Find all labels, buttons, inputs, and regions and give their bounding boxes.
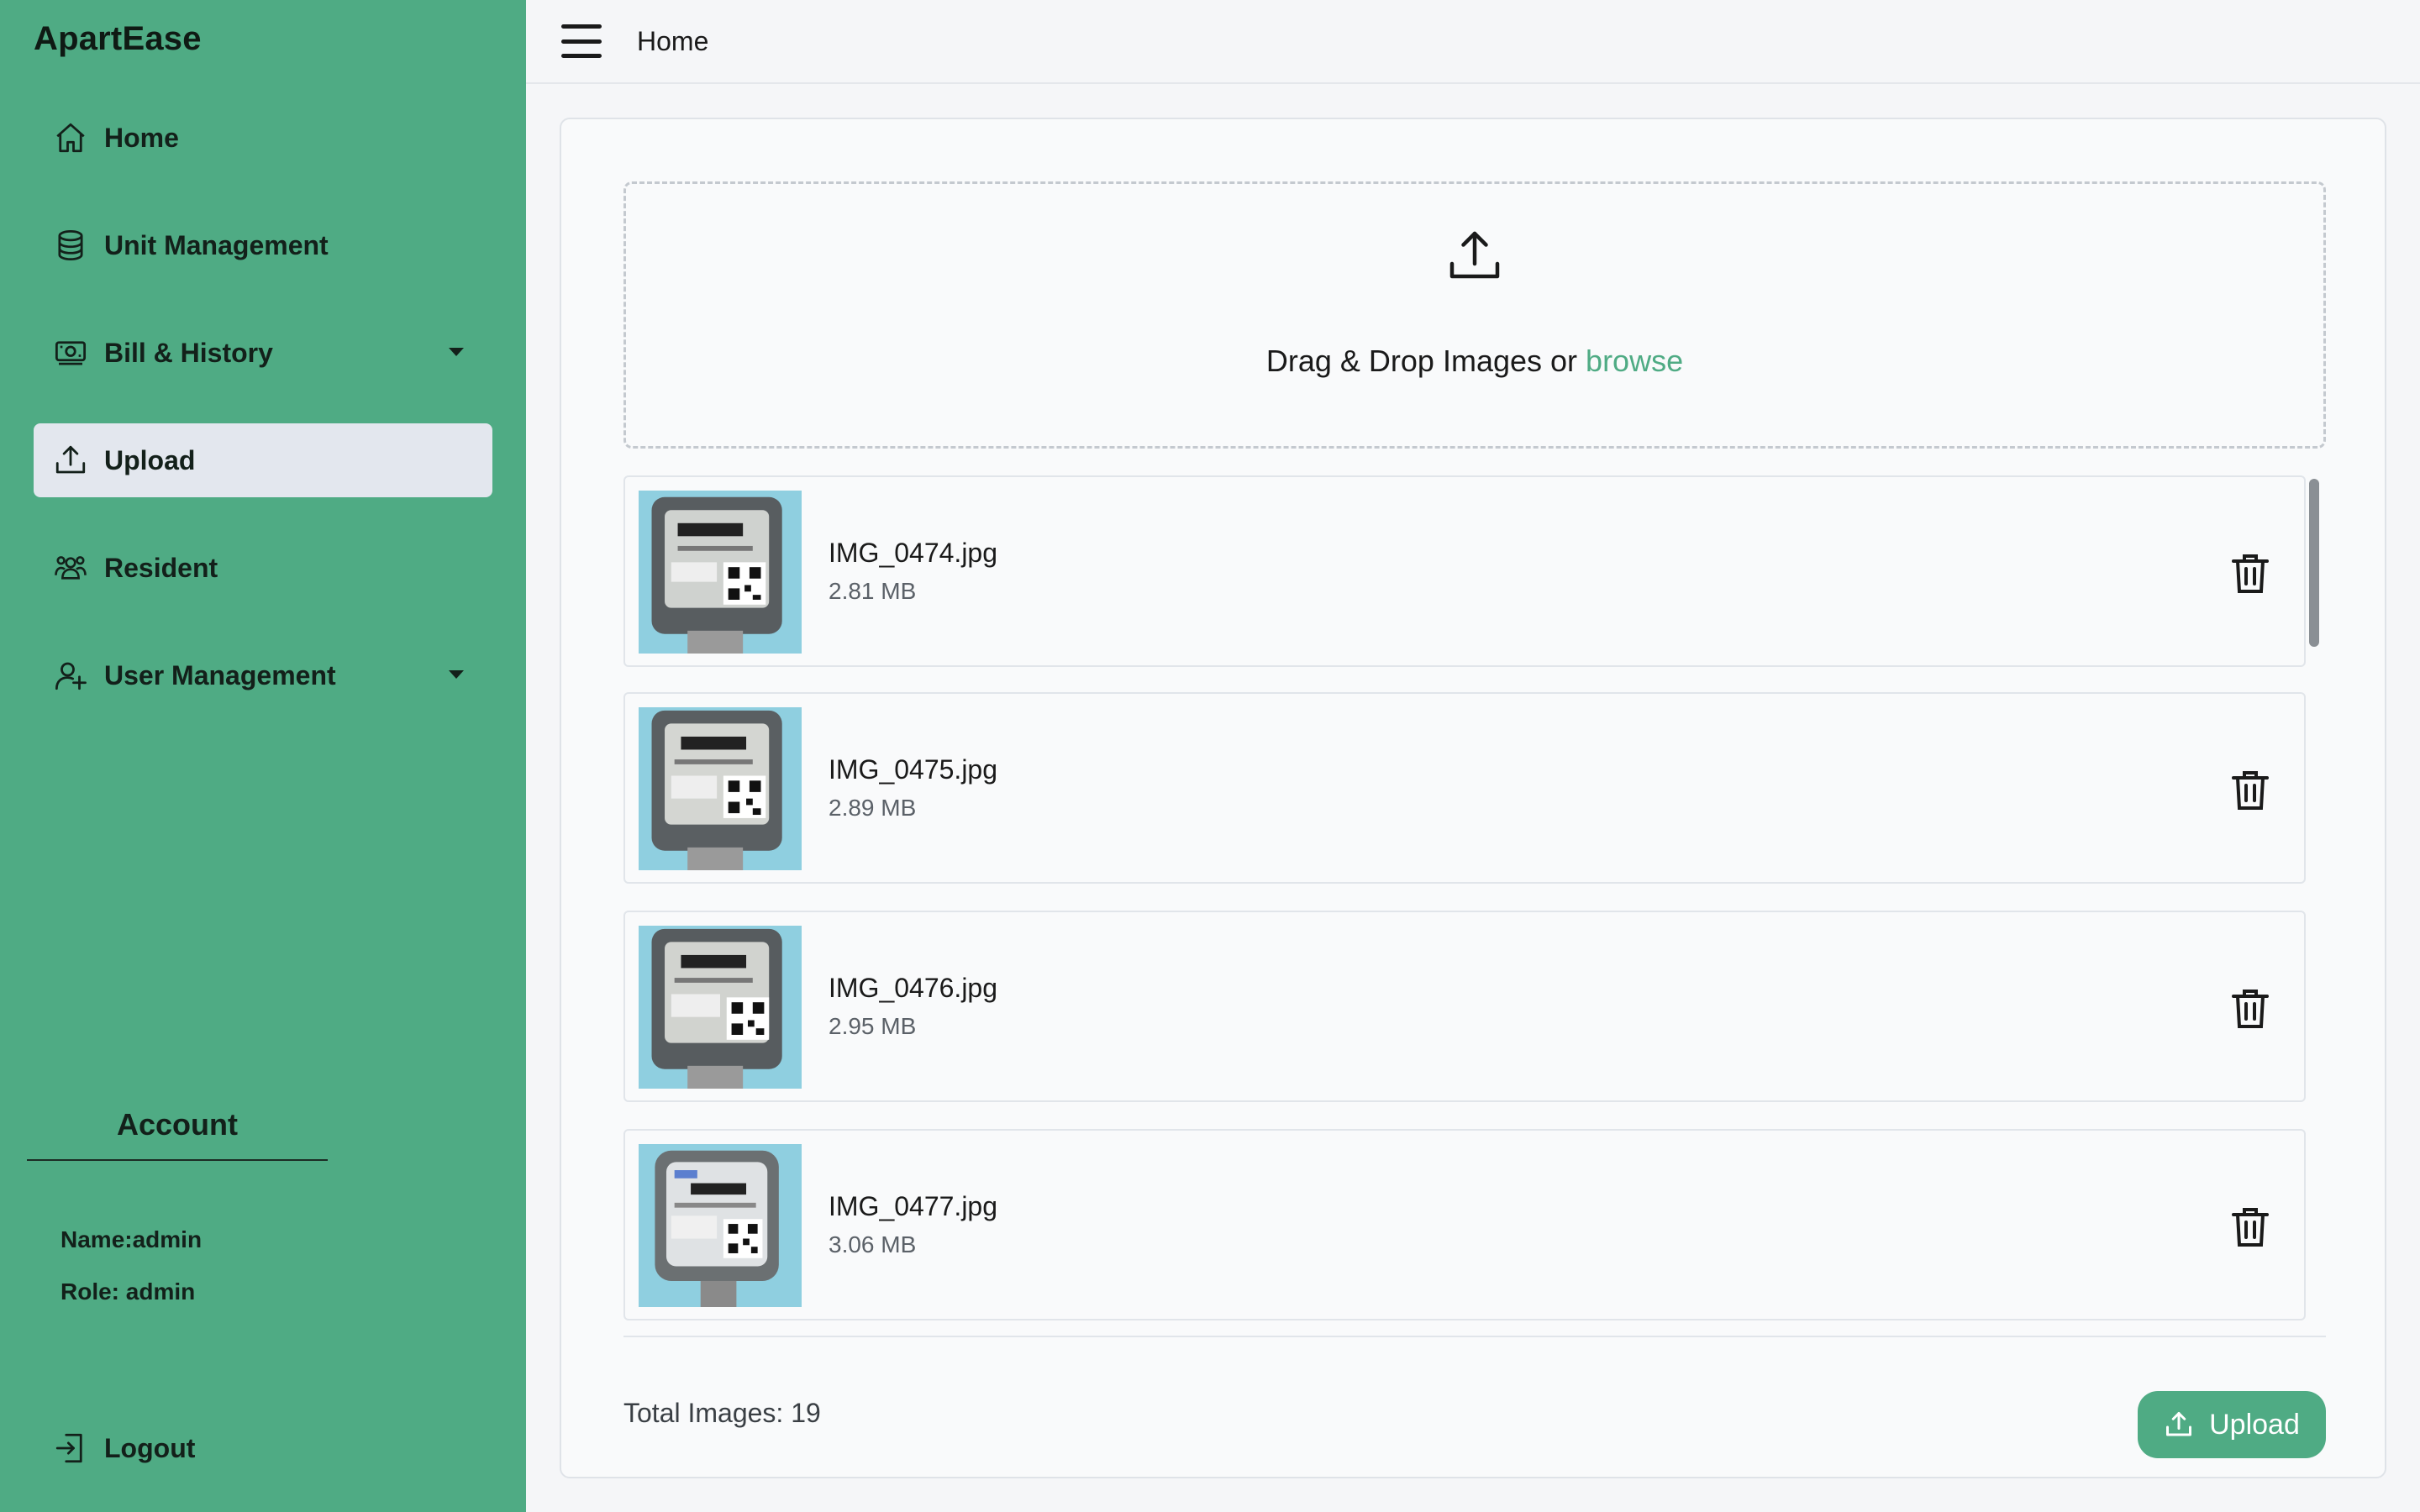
file-size: 2.89 MB — [829, 795, 917, 821]
list-item: IMG_0475.jpg 2.89 MB — [623, 692, 2306, 884]
upload-icon — [2166, 1412, 2192, 1436]
file-name: IMG_0476.jpg — [829, 973, 998, 1003]
file-list-scrollbar[interactable] — [2309, 479, 2319, 647]
file-size: 2.81 MB — [829, 578, 917, 604]
menu-icon[interactable] — [561, 24, 602, 58]
account-name: Name:admin — [60, 1226, 203, 1252]
list-item: IMG_0476.jpg 2.95 MB — [623, 911, 2306, 1102]
upload-button-label: Upload — [2209, 1408, 2300, 1441]
logout-icon — [52, 1430, 89, 1467]
total-images-count: Total Images: 19 — [623, 1398, 821, 1428]
sidebar-item-label: Home — [104, 122, 179, 153]
trash-icon[interactable] — [2230, 1205, 2270, 1248]
trash-icon[interactable] — [2230, 768, 2270, 811]
sidebar-item-label: Unit Management — [104, 229, 329, 260]
file-size: 3.06 MB — [829, 1231, 917, 1257]
home-icon — [52, 119, 89, 156]
top-bar: Home — [526, 0, 2420, 84]
sidebar-item-label: Resident — [104, 552, 218, 583]
upload-icon — [52, 442, 89, 479]
file-name: IMG_0477.jpg — [829, 1191, 998, 1221]
drop-instruction: Drag & Drop Images or — [1265, 344, 1578, 378]
page-title: Home — [637, 25, 709, 56]
app-brand: ApartEase — [34, 20, 202, 57]
account-heading: Account — [27, 1107, 328, 1161]
sidebar-item-bill-history[interactable]: Bill & History — [34, 316, 492, 390]
sidebar-item-user-management[interactable]: User Management — [34, 638, 492, 712]
sidebar: ApartEase Home Unit Management Bill & Hi… — [0, 0, 526, 1512]
file-name: IMG_0475.jpg — [829, 754, 998, 785]
sidebar-item-label: Bill & History — [104, 337, 273, 368]
sidebar-item-unit-management[interactable]: Unit Management — [34, 208, 492, 282]
file-size: 2.95 MB — [829, 1013, 917, 1039]
meter-thumbnail — [639, 1144, 802, 1307]
chevron-down-icon[interactable] — [449, 670, 464, 679]
upload-button[interactable]: Upload — [2138, 1391, 2326, 1458]
users-icon — [52, 549, 89, 586]
meter-thumbnail — [639, 491, 802, 654]
meter-thumbnail — [639, 707, 802, 870]
drop-zone-text: Drag & Drop Images or browse — [626, 344, 2323, 379]
logout-button[interactable]: Logout — [34, 1411, 195, 1485]
trash-icon[interactable] — [2230, 551, 2270, 595]
meter-thumbnail — [639, 926, 802, 1089]
chevron-down-icon[interactable] — [449, 348, 464, 356]
logout-label: Logout — [104, 1432, 196, 1463]
database-icon — [52, 227, 89, 264]
file-name: IMG_0474.jpg — [829, 538, 998, 568]
sidebar-item-resident[interactable]: Resident — [34, 531, 492, 605]
drop-zone[interactable]: Drag & Drop Images or browse — [623, 181, 2326, 449]
sidebar-item-label: User Management — [104, 659, 336, 690]
account-role: Role: admin — [60, 1278, 196, 1305]
file-list[interactable]: IMG_0474.jpg 2.81 MB IMG_0475.jpg 2.89 M… — [623, 475, 2326, 1455]
upload-icon — [1449, 231, 1500, 279]
list-item: IMG_0477.jpg 3.06 MB — [623, 1129, 2306, 1320]
sidebar-item-upload[interactable]: Upload — [34, 423, 492, 497]
money-icon — [52, 334, 89, 371]
divider — [623, 1336, 2326, 1337]
sidebar-item-home[interactable]: Home — [34, 101, 492, 175]
trash-icon[interactable] — [2230, 986, 2270, 1030]
user-add-icon — [52, 657, 89, 694]
browse-link[interactable]: browse — [1586, 344, 1683, 378]
upload-card: Drag & Drop Images or browse IMG_0474.jp… — [560, 118, 2386, 1478]
sidebar-item-label: Upload — [104, 444, 196, 475]
list-item: IMG_0474.jpg 2.81 MB — [623, 475, 2306, 667]
